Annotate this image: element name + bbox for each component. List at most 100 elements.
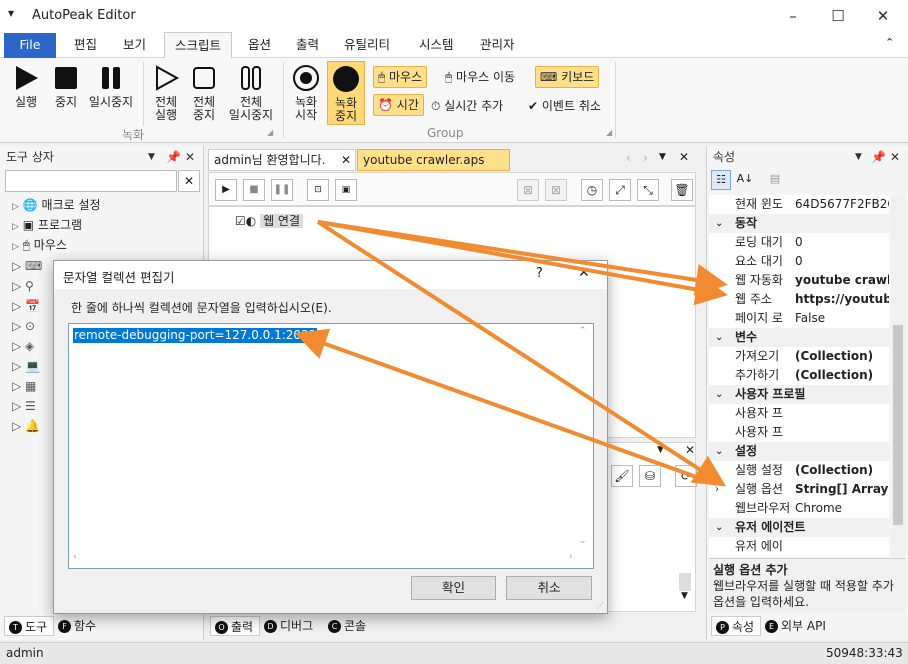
tab-youtube-crawler[interactable]: youtube crawler.aps bbox=[357, 149, 510, 171]
tab-list-icon[interactable]: ▼ bbox=[659, 152, 666, 162]
enable-button[interactable]: ⊠ bbox=[545, 179, 567, 201]
close-icon[interactable]: ✕ bbox=[341, 150, 351, 170]
collection-textarea[interactable]: remote-debugging-port=127.0.0.1:2022 ⌃ ⌄… bbox=[68, 323, 594, 569]
close-icon[interactable]: ✕ bbox=[890, 146, 900, 168]
run-button[interactable]: 실행 bbox=[8, 64, 44, 109]
collapse-caret-icon[interactable]: ⌄ bbox=[715, 518, 723, 537]
checkbox-icon[interactable]: ☑ bbox=[235, 214, 246, 228]
toolbox-collapsed-item[interactable]: ▷ 📅 bbox=[12, 296, 52, 316]
stop-button[interactable]: 중지 bbox=[48, 64, 84, 109]
property-row[interactable]: 가져오기 (Collection) bbox=[709, 347, 889, 366]
property-value[interactable]: 0 bbox=[795, 233, 889, 252]
close-icon[interactable]: ✕ bbox=[185, 146, 195, 168]
property-value[interactable]: False bbox=[795, 309, 889, 328]
clear-search-button[interactable]: ✕ bbox=[178, 170, 200, 192]
tab-output[interactable]: O 출력 bbox=[210, 616, 260, 636]
dropdown-icon[interactable]: ▼ bbox=[148, 146, 155, 168]
tab-properties[interactable]: P 속성 bbox=[711, 616, 761, 636]
property-value[interactable]: (Collection) bbox=[795, 347, 889, 366]
close-icon[interactable]: ✕ bbox=[685, 443, 695, 457]
property-value[interactable]: 0 bbox=[795, 252, 889, 271]
resize-grip-icon[interactable]: ⋰ bbox=[596, 601, 604, 610]
property-category[interactable]: ⌄ 변수 bbox=[709, 328, 889, 347]
toolbox-item-macro[interactable]: ▷ 🌐 매크로 설정 bbox=[12, 195, 101, 215]
record-stop-button[interactable]: 녹화 중지 bbox=[327, 61, 365, 125]
scroll-right-icon[interactable]: › bbox=[569, 552, 573, 562]
collapse-caret-icon[interactable]: ⌄ bbox=[715, 328, 723, 347]
toolbox-item-program[interactable]: ▷ ▣ 프로그램 bbox=[12, 215, 82, 235]
property-row[interactable]: 실행 설정 (Collection) bbox=[709, 461, 889, 480]
dialog-launcher-icon[interactable]: ◢ bbox=[267, 128, 273, 137]
refresh-icon[interactable]: ⟳ bbox=[675, 465, 697, 487]
scrollbar-thumb[interactable] bbox=[893, 325, 903, 525]
categorized-icon[interactable]: ☷ bbox=[711, 170, 731, 190]
menu-output[interactable]: 출력 bbox=[286, 32, 329, 58]
property-row[interactable]: 사용자 프 bbox=[709, 404, 889, 423]
disable-button[interactable]: ⊠ bbox=[517, 179, 539, 201]
toolbox-collapsed-item[interactable]: ▷ ⚲ bbox=[12, 276, 52, 296]
property-row[interactable]: 페이지 로 False bbox=[709, 309, 889, 328]
property-value[interactable]: youtube crawler bbox=[795, 271, 889, 290]
script-node-web-connect[interactable]: ☑◐ 웹 연결 bbox=[235, 212, 304, 230]
ok-button[interactable]: 확인 bbox=[411, 576, 496, 600]
tab-external-api[interactable]: E 외부 API bbox=[763, 616, 837, 636]
pin-icon[interactable]: 📌 bbox=[871, 146, 886, 168]
dropdown-icon[interactable]: ▼ bbox=[855, 146, 862, 168]
property-value[interactable]: String[] Array bbox=[795, 480, 889, 499]
property-category[interactable]: ⌄ 설정 bbox=[709, 442, 889, 461]
scroll-down-icon[interactable]: ▼ bbox=[681, 591, 688, 601]
toolbox-collapsed-item[interactable]: ▷ ▦ bbox=[12, 376, 52, 396]
property-value[interactable]: Chrome bbox=[795, 499, 889, 518]
scroll-left-icon[interactable]: ‹ bbox=[73, 552, 77, 562]
toolbox-collapsed-item[interactable]: ▷ ☰ bbox=[12, 396, 52, 416]
menu-options[interactable]: 옵션 bbox=[238, 32, 281, 58]
delete-icon[interactable]: 🗑 bbox=[671, 179, 693, 201]
help-button[interactable]: ? bbox=[536, 266, 543, 281]
output-scrollbar[interactable] bbox=[679, 573, 691, 591]
pause-button[interactable]: 일시중지 bbox=[86, 64, 136, 109]
property-category[interactable]: ⌄ 동작 bbox=[709, 214, 889, 233]
pin-icon[interactable]: 📌 bbox=[166, 146, 181, 168]
collapse-icon[interactable]: ⤡ bbox=[637, 179, 659, 201]
expand-icon[interactable]: ⤢ bbox=[609, 179, 631, 201]
keyboard-toggle[interactable]: ⌨ 키보드 bbox=[535, 66, 600, 88]
scroll-up-icon[interactable]: ⌃ bbox=[579, 326, 587, 336]
dropdown-icon[interactable]: ▼ bbox=[657, 445, 664, 455]
menu-system[interactable]: 시스템 bbox=[409, 32, 464, 58]
run-selected-button[interactable]: ▣ bbox=[335, 179, 357, 201]
menu-edit[interactable]: 편집 bbox=[64, 32, 107, 58]
run-all-button[interactable]: 전체 실행 bbox=[148, 64, 184, 122]
dialog-close-button[interactable]: ✕ bbox=[578, 265, 590, 281]
property-row[interactable]: 로딩 대기 0 bbox=[709, 233, 889, 252]
toolbox-search-input[interactable] bbox=[5, 170, 177, 192]
alphabetical-icon[interactable]: A↓ bbox=[735, 170, 755, 190]
property-value[interactable]: https://youtube. bbox=[795, 290, 889, 309]
property-category[interactable]: ⌄ 유저 에이전트 bbox=[709, 518, 889, 537]
tab-functions[interactable]: F 함수 bbox=[56, 616, 108, 636]
property-row[interactable]: 사용자 프 bbox=[709, 423, 889, 442]
property-row[interactable]: 요소 대기 0 bbox=[709, 252, 889, 271]
property-value[interactable]: (Collection) bbox=[795, 461, 889, 480]
collapse-caret-icon[interactable]: ⌄ bbox=[715, 442, 723, 461]
close-document-icon[interactable]: ✕ bbox=[679, 150, 689, 164]
time-toggle[interactable]: ⏰ 시간 bbox=[373, 94, 424, 116]
property-row[interactable]: 추가하기 (Collection) bbox=[709, 366, 889, 385]
property-pages-icon[interactable]: ▤ bbox=[765, 170, 785, 190]
dialog-launcher-icon[interactable]: ◢ bbox=[606, 128, 612, 137]
stop-script-button[interactable]: ■ bbox=[243, 179, 265, 201]
minimize-button[interactable]: – bbox=[770, 0, 816, 32]
toolbox-item-mouse[interactable]: ▷ 🖱 마우스 bbox=[12, 235, 67, 255]
brush-icon[interactable]: 🖌 bbox=[611, 465, 633, 487]
maximize-button[interactable]: ☐ bbox=[815, 0, 861, 32]
property-scrollbar[interactable] bbox=[891, 195, 905, 557]
tab-debug[interactable]: D 디버그 bbox=[262, 616, 322, 636]
file-menu[interactable]: File bbox=[4, 33, 56, 58]
run-script-button[interactable]: ▶ bbox=[215, 179, 237, 201]
property-row[interactable]: 웹 자동화 youtube crawler bbox=[709, 271, 889, 290]
realtime-add-button[interactable]: ⏱ 실시간 추가 bbox=[431, 97, 503, 114]
quick-access-icon[interactable]: ▾ bbox=[8, 6, 14, 20]
expand-caret-icon[interactable]: › bbox=[715, 480, 719, 499]
toolbox-collapsed-item[interactable]: ▷ ⌨ bbox=[12, 256, 52, 276]
cancel-button[interactable]: 취소 bbox=[506, 576, 592, 600]
scroll-right-icon[interactable]: › bbox=[643, 151, 648, 165]
